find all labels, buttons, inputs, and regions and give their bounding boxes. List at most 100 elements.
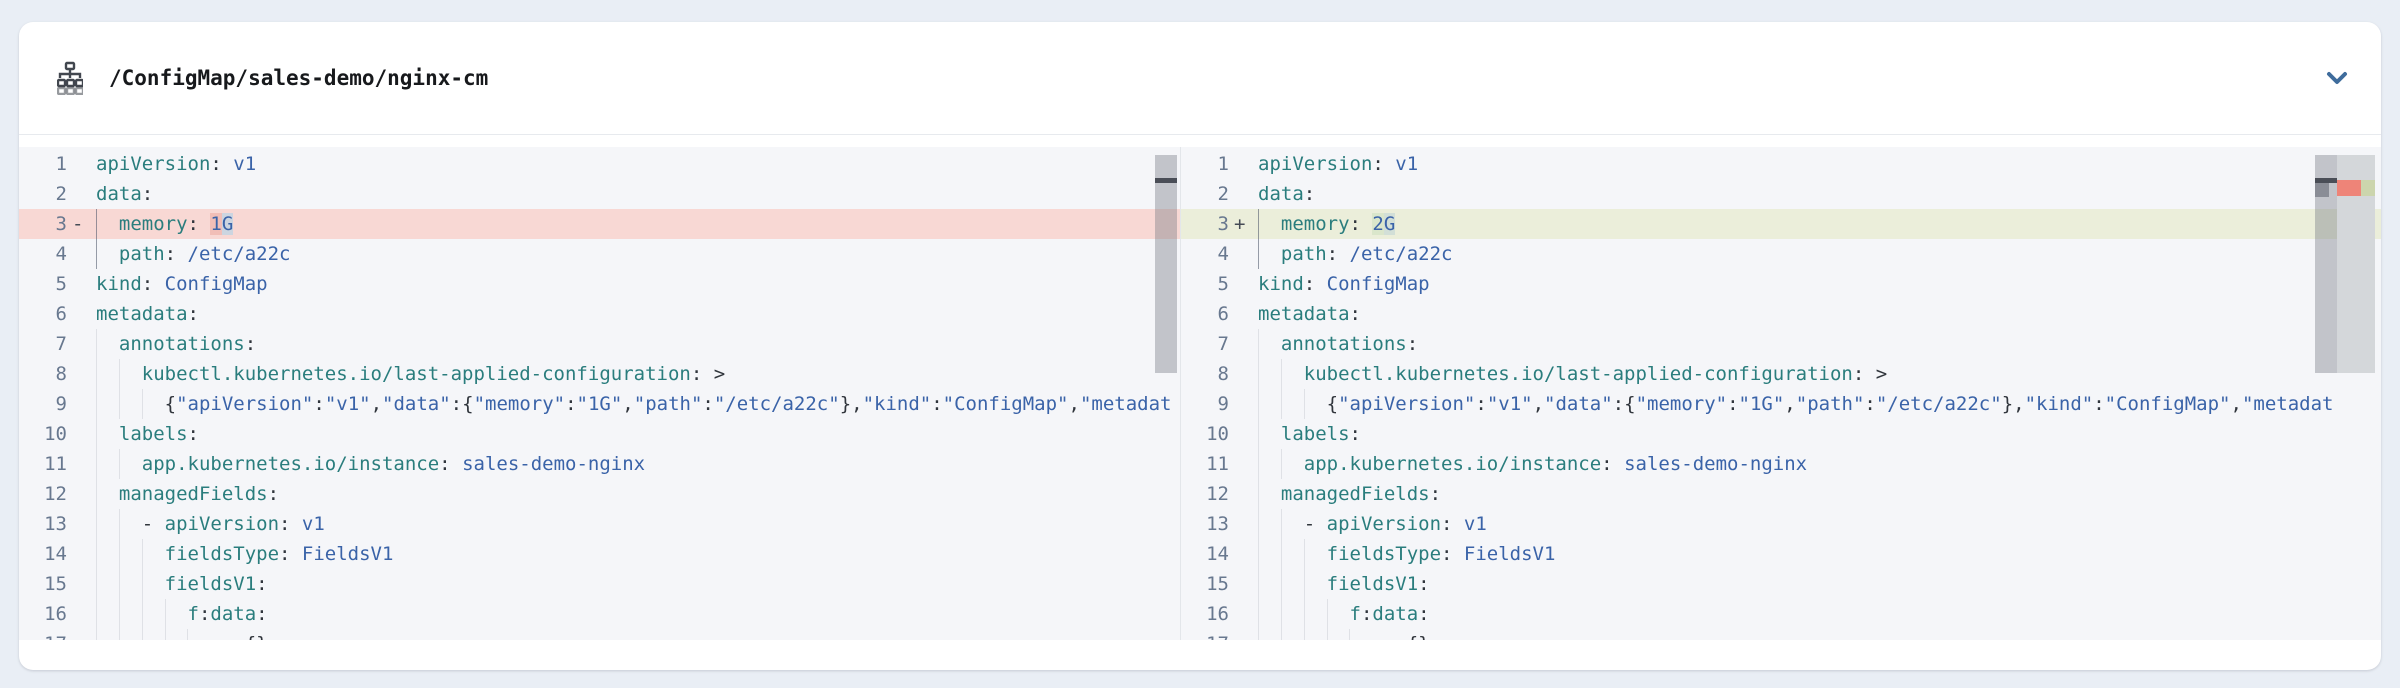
code-text: managedFields: xyxy=(1258,479,2381,509)
line-number: 11 xyxy=(1181,449,1229,479)
line-number: 15 xyxy=(1181,569,1229,599)
code-line[interactable]: 10 labels: xyxy=(19,419,1180,449)
code-text: kind: ConfigMap xyxy=(96,269,1180,299)
code-line[interactable]: 9 {"apiVersion":"v1","data":{"memory":"1… xyxy=(1181,389,2381,419)
code-text: apiVersion: v1 xyxy=(96,149,1180,179)
line-number: 4 xyxy=(19,239,67,269)
code-text: managedFields: xyxy=(96,479,1180,509)
code-line[interactable]: 16 f:data: xyxy=(19,599,1180,629)
line-number: 5 xyxy=(19,269,67,299)
code-text: labels: xyxy=(96,419,1180,449)
code-text: kubectl.kubernetes.io/last-applied-confi… xyxy=(1258,359,2381,389)
code-text: f:data: xyxy=(96,599,1180,629)
code-line[interactable]: 1apiVersion: v1 xyxy=(1181,149,2381,179)
code-text: memory: 2G xyxy=(1258,209,2381,239)
code-text: kubectl.kubernetes.io/last-applied-confi… xyxy=(96,359,1180,389)
diff-marker: + xyxy=(1234,209,1245,239)
line-number: 1 xyxy=(19,149,67,179)
code-line[interactable]: 10 labels: xyxy=(1181,419,2381,449)
line-number: 8 xyxy=(1181,359,1229,389)
code-line[interactable]: 4 path: /etc/a22c xyxy=(1181,239,2381,269)
line-number: 15 xyxy=(19,569,67,599)
code-line[interactable]: 11 app.kubernetes.io/instance: sales-dem… xyxy=(1181,449,2381,479)
line-number: 3 xyxy=(19,209,67,239)
line-number: 12 xyxy=(19,479,67,509)
line-number: 6 xyxy=(19,299,67,329)
code-line[interactable]: 14 fieldsType: FieldsV1 xyxy=(1181,539,2381,569)
code-line[interactable]: 15 fieldsV1: xyxy=(1181,569,2381,599)
line-number: 14 xyxy=(1181,539,1229,569)
line-number: 16 xyxy=(19,599,67,629)
code-text: {"apiVersion":"v1","data":{"memory":"1G"… xyxy=(96,389,1180,419)
code-text: path: /etc/a22c xyxy=(1258,239,2381,269)
left-scrollbar-thumb[interactable] xyxy=(1155,155,1177,373)
line-number: 2 xyxy=(1181,179,1229,209)
code-line[interactable]: 15 fieldsV1: xyxy=(19,569,1180,599)
code-line[interactable]: 1 apiVersion: v1 xyxy=(19,149,1180,179)
line-number: 10 xyxy=(19,419,67,449)
code-line[interactable]: 7 annotations: xyxy=(1181,329,2381,359)
line-number: 6 xyxy=(1181,299,1229,329)
code-line[interactable]: 6 metadata: xyxy=(1181,299,2381,329)
scrollbar-cursor-block xyxy=(2315,183,2329,197)
code-text: metadata: xyxy=(96,299,1180,329)
code-text: data: xyxy=(96,179,1180,209)
line-number: 7 xyxy=(1181,329,1229,359)
line-number: 4 xyxy=(1181,239,1229,269)
code-line[interactable]: 5kind: ConfigMap xyxy=(1181,269,2381,299)
line-number: 16 xyxy=(1181,599,1229,629)
diff-card-header[interactable]: /ConfigMap/sales-demo/nginx-cm xyxy=(19,22,2381,135)
line-number: 13 xyxy=(19,509,67,539)
code-line[interactable]: 6 metadata: xyxy=(19,299,1180,329)
code-text: - apiVersion: v1 xyxy=(96,509,1180,539)
code-line[interactable]: 5 kind: ConfigMap xyxy=(19,269,1180,299)
right-scrollbar-thumb[interactable] xyxy=(2315,155,2337,373)
diff-pane-modified[interactable]: 1apiVersion: v12data:3+ memory: 2G4 path… xyxy=(1180,147,2381,640)
code-text: data: xyxy=(1258,179,2381,209)
code-line[interactable]: 13 - apiVersion: v1 xyxy=(19,509,1180,539)
code-line[interactable]: 7 annotations: xyxy=(19,329,1180,359)
code-line[interactable]: 11 app.kubernetes.io/instance: sales-dem… xyxy=(19,449,1180,479)
line-number: 3 xyxy=(1181,209,1229,239)
code-text: path: /etc/a22c xyxy=(96,239,1180,269)
diff-pane-original[interactable]: 1 apiVersion: v12data:3- memory: 1G4 path… xyxy=(19,147,1180,640)
code-line[interactable]: 8 kubectl.kubernetes.io/last-applied-con… xyxy=(19,359,1180,389)
code-line[interactable]: 4 path: /etc/a22c xyxy=(19,239,1180,269)
code-text: app.kubernetes.io/instance: sales-demo-n… xyxy=(1258,449,2381,479)
code-text: fieldsV1: xyxy=(1258,569,2381,599)
ruler-added-mark xyxy=(2361,180,2375,196)
code-line[interactable]: 3- memory: 1G xyxy=(19,209,1180,239)
code-line[interactable]: 17 .: {} xyxy=(19,629,1180,640)
chevron-down-icon[interactable] xyxy=(2319,60,2355,96)
line-number: 8 xyxy=(19,359,67,389)
code-line[interactable]: 9 {"apiVersion":"v1","data":{"memory":"1… xyxy=(19,389,1180,419)
code-line[interactable]: 8 kubectl.kubernetes.io/last-applied-con… xyxy=(1181,359,2381,389)
scrollbar-cursor-mark xyxy=(1155,178,1177,183)
code-text: {"apiVersion":"v1","data":{"memory":"1G"… xyxy=(1258,389,2381,419)
code-line[interactable]: 16 f:data: xyxy=(1181,599,2381,629)
code-text: annotations: xyxy=(1258,329,2381,359)
code-text: annotations: xyxy=(96,329,1180,359)
resource-diff-card: /ConfigMap/sales-demo/nginx-cm 1 apiVersi… xyxy=(19,22,2381,670)
code-line[interactable]: 2data: xyxy=(19,179,1180,209)
code-text: app.kubernetes.io/instance: sales-demo-n… xyxy=(96,449,1180,479)
code-text: fieldsType: FieldsV1 xyxy=(1258,539,2381,569)
overview-ruler[interactable] xyxy=(2337,155,2375,373)
code-line[interactable]: 14 fieldsType: FieldsV1 xyxy=(19,539,1180,569)
code-line[interactable]: 12 managedFields: xyxy=(1181,479,2381,509)
code-line[interactable]: 2 data: xyxy=(1181,179,2381,209)
code-text: kind: ConfigMap xyxy=(1258,269,2381,299)
code-line[interactable]: 12 managedFields: xyxy=(19,479,1180,509)
code-text: labels: xyxy=(1258,419,2381,449)
code-text: metadata: xyxy=(1258,299,2381,329)
code-line[interactable]: 17 .: {} xyxy=(1181,629,2381,640)
diff-editor: 1apiVersion: v12data:3- memory: 1G4 path… xyxy=(19,147,2381,640)
code-line[interactable]: 3+ memory: 2G xyxy=(1181,209,2381,239)
code-text: memory: 1G xyxy=(96,209,1180,239)
code-text: fieldsType: FieldsV1 xyxy=(96,539,1180,569)
code-line[interactable]: 13 - apiVersion: v1 xyxy=(1181,509,2381,539)
resource-path-title: /ConfigMap/sales-demo/nginx-cm xyxy=(109,66,488,90)
line-number: 12 xyxy=(1181,479,1229,509)
resource-hierarchy-icon xyxy=(57,61,83,95)
line-number: 10 xyxy=(1181,419,1229,449)
